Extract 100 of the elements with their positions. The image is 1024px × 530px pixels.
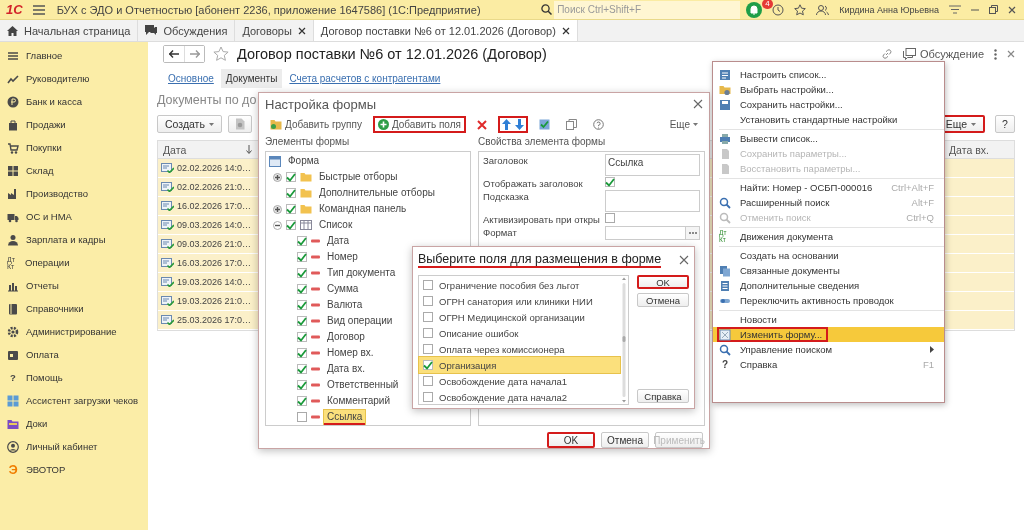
menu-item[interactable]: ? Справка F1 <box>713 357 944 372</box>
sidebar-item[interactable]: Руководителю <box>0 67 148 90</box>
list-item[interactable]: ОГРН санатория или клиники НИИ <box>419 293 620 309</box>
tree-item[interactable]: Ответственный <box>324 377 402 393</box>
tree-item[interactable]: Тип документа <box>324 265 399 281</box>
checkbox[interactable] <box>297 284 307 294</box>
dialog-button[interactable]: Отмена <box>601 432 649 448</box>
section-tab[interactable]: Основное <box>163 68 219 88</box>
tree-item[interactable]: Договор <box>324 329 368 345</box>
checkbox[interactable] <box>297 380 307 390</box>
menu-item[interactable]: Дополнительные сведения <box>713 278 944 293</box>
menu-item[interactable]: Новости <box>713 312 944 327</box>
checkbox[interactable] <box>297 348 307 358</box>
tab[interactable]: Договор поставки №6 от 12.01.2026 (Договор) <box>313 20 578 41</box>
move-down-button[interactable] <box>514 119 524 131</box>
column-header[interactable]: Дата вх. <box>944 141 1014 158</box>
dialog-button[interactable]: Справка <box>637 389 689 403</box>
discussion-link[interactable]: Обсуждение <box>919 48 984 60</box>
sidebar-item[interactable]: Зарплата и кадры <box>0 228 148 251</box>
help-button[interactable]: ? <box>995 115 1015 133</box>
sidebar-item[interactable]: ? Помощь <box>0 366 148 389</box>
format-field[interactable] <box>605 226 700 240</box>
add-fields-button[interactable]: Добавить поля <box>372 116 466 134</box>
checkbox[interactable] <box>423 376 433 386</box>
close-button[interactable] <box>693 99 703 110</box>
sidebar-item[interactable]: Главное <box>0 44 148 67</box>
sidebar-item[interactable]: Банк и касса <box>0 90 148 113</box>
print-button[interactable] <box>227 115 252 133</box>
tree-item[interactable]: Вид операции <box>324 313 396 329</box>
close-button[interactable] <box>679 255 689 265</box>
menu-item[interactable]: Управление поиском <box>713 342 944 357</box>
sidebar-item[interactable]: Ассистент загрузки чеков <box>0 389 148 412</box>
list-item[interactable]: ОГРН Медицинской организации <box>419 309 620 325</box>
user-name[interactable]: Кирдина Анна Юрьевна <box>839 4 939 15</box>
checkbox[interactable] <box>423 280 433 290</box>
checkbox[interactable] <box>605 213 615 223</box>
tree-item[interactable]: Валюта <box>324 297 366 313</box>
checkbox[interactable] <box>286 220 296 230</box>
sidebar-item[interactable]: Личный кабинет <box>0 435 148 458</box>
more-button[interactable]: Еще <box>664 116 703 134</box>
checkbox[interactable] <box>297 316 307 326</box>
add-group-button[interactable]: Добавить группу <box>265 116 367 134</box>
checkbox[interactable] <box>297 332 307 342</box>
sidebar-item[interactable]: Склад <box>0 159 148 182</box>
list-item[interactable]: Освобождение дата начала1 <box>419 373 620 389</box>
checkbox[interactable] <box>423 312 433 322</box>
sidebar-item[interactable]: Э ЭВОТОР <box>0 458 148 481</box>
sidebar-item[interactable]: Справочники <box>0 297 148 320</box>
checkbox[interactable] <box>297 236 307 246</box>
menu-item[interactable]: Связанные документы <box>713 263 944 278</box>
section-tab[interactable]: Документы <box>220 68 283 88</box>
checkbox[interactable] <box>423 296 433 306</box>
menu-item[interactable]: Найти: Номер - ОСБП-000016 Ctrl+Alt+F <box>713 180 944 195</box>
checkbox[interactable] <box>423 360 433 370</box>
list-item[interactable]: Освобождение дата начала2 <box>419 389 620 405</box>
sidebar-item[interactable]: ОС и НМА <box>0 205 148 228</box>
tree-item[interactable]: Командная панель <box>316 201 410 217</box>
tree-item[interactable]: Номер <box>324 249 361 265</box>
checkbox[interactable] <box>297 300 307 310</box>
search-field[interactable]: Поиск Ctrl+Shift+F <box>554 0 741 19</box>
text-field[interactable]: Ссылка <box>605 154 700 176</box>
dialog-button[interactable]: OK <box>547 432 595 448</box>
menu-item[interactable]: Настроить список... <box>713 67 944 82</box>
tree-item[interactable]: Номер вх. <box>324 345 377 361</box>
list-item[interactable]: Оплата через комиссионера <box>419 341 620 357</box>
tree-item[interactable]: Комментарий <box>324 393 393 409</box>
text-field[interactable] <box>605 190 700 212</box>
checkbox[interactable] <box>286 172 296 182</box>
tree-item[interactable]: Форма <box>285 153 323 169</box>
checkbox[interactable] <box>297 252 307 262</box>
list-item[interactable]: Организация <box>419 357 620 373</box>
menu-item[interactable]: Расширенный поиск Alt+F <box>713 195 944 210</box>
list-item[interactable]: Ограничение пособия без льгот <box>419 277 620 293</box>
sidebar-item[interactable]: Покупки <box>0 136 148 159</box>
tree-item[interactable]: Сумма <box>324 281 362 297</box>
notifications-button[interactable] <box>746 1 763 18</box>
checkbox[interactable] <box>297 412 307 422</box>
sidebar-item[interactable]: Производство <box>0 182 148 205</box>
tree-item[interactable]: Список <box>316 217 356 233</box>
tree-item[interactable]: Дата <box>324 233 353 249</box>
sidebar-item[interactable]: Администрирование <box>0 320 148 343</box>
menu-item[interactable]: Вывести список... <box>713 131 944 146</box>
checkbox[interactable] <box>423 328 433 338</box>
tree-item[interactable]: Дата вх. <box>324 361 368 377</box>
section-tab[interactable]: Счета расчетов с контрагентами <box>284 68 446 88</box>
checkbox[interactable] <box>297 396 307 406</box>
menu-item[interactable]: Изменить форму... <box>713 327 944 342</box>
tree-item[interactable]: Ссылка <box>324 409 366 425</box>
sidebar-item[interactable]: Доки <box>0 412 148 435</box>
menu-item[interactable]: Создать на основании <box>713 248 944 263</box>
list-item[interactable]: Описание ошибок <box>419 325 620 341</box>
checkbox[interactable] <box>286 188 296 198</box>
menu-item[interactable]: Сохранить настройки... <box>713 97 944 112</box>
sidebar-item[interactable]: Отчеты <box>0 274 148 297</box>
column-header[interactable]: Дата <box>158 141 258 158</box>
checkbox[interactable] <box>286 204 296 214</box>
checkbox[interactable] <box>297 268 307 278</box>
create-button[interactable]: Создать <box>157 115 222 133</box>
tree-item[interactable]: Быстрые отборы <box>316 169 401 185</box>
tree-item[interactable]: Дополнительные отборы <box>316 185 438 201</box>
